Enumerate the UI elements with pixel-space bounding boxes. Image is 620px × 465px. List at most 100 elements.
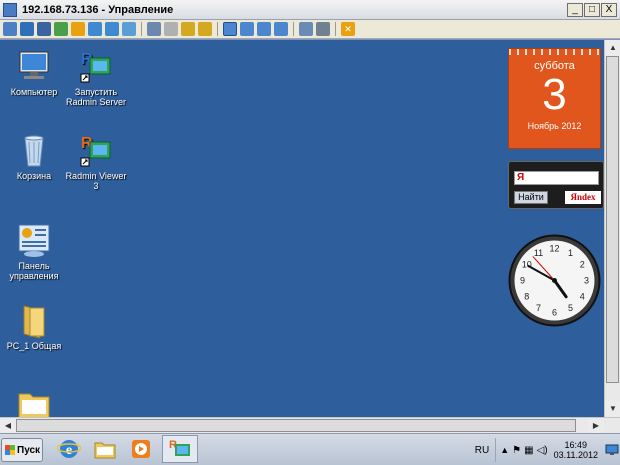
vertical-scrollbar[interactable]: ▲ ▼	[604, 40, 620, 417]
clock-numeral: 12	[549, 244, 559, 254]
network-icon[interactable]: ▦	[524, 445, 533, 456]
monitor-icon[interactable]	[3, 22, 17, 36]
clock-numeral: 1	[568, 248, 573, 258]
chat-icon[interactable]	[122, 22, 136, 36]
close-button[interactable]: X	[601, 3, 617, 17]
terminal-icon[interactable]	[37, 22, 51, 36]
calendar-rings	[509, 49, 600, 55]
system-tray: RU ▲ ⚑ ▦ ◁) 16:49 03.11.2012	[475, 434, 620, 465]
toolbar-separator	[217, 22, 218, 36]
folder-icon	[16, 302, 52, 339]
taskbar-time: 16:49	[564, 440, 588, 450]
desktop-icon-control-panel[interactable]: Панель управления	[1, 222, 67, 281]
scroll-up-button[interactable]: ▲	[605, 40, 620, 56]
close-connection-icon[interactable]: ✕	[341, 22, 355, 36]
screenshot-icon[interactable]	[299, 22, 313, 36]
desktop-icon-shared-folder[interactable]: PC_1 Общая	[1, 302, 67, 351]
flag-icon[interactable]: ⚑	[512, 445, 521, 456]
upload-icon[interactable]	[147, 22, 161, 36]
radmin-icon[interactable]: R	[162, 435, 198, 463]
toolbar-separator	[141, 22, 142, 36]
svg-text:e: e	[66, 443, 72, 458]
scale-icon[interactable]	[274, 22, 288, 36]
start-button[interactable]: Пуск	[1, 438, 43, 462]
connect-icon[interactable]	[20, 22, 34, 36]
desktop-icon-label: Компьютер	[10, 87, 58, 97]
desktop-icon-radmin-viewer[interactable]: R Radmin Viewer 3	[63, 132, 129, 191]
ie-icon[interactable]: e	[54, 435, 84, 463]
media-player-icon[interactable]	[126, 435, 156, 463]
clock-gadget[interactable]: 1 2 3 4 5 6 7 8 9 10 11 12	[507, 233, 602, 328]
settings-icon[interactable]	[316, 22, 330, 36]
clock-numeral: 3	[584, 276, 589, 286]
minimize-button[interactable]: _	[567, 3, 583, 17]
window-controls: _ □ X	[567, 3, 617, 17]
windows-logo-icon	[5, 445, 15, 455]
folder-icon	[16, 388, 52, 417]
desktop-icon-radmin-server[interactable]: R Запустить Radmin Server	[63, 48, 129, 107]
scroll-right-button[interactable]: ▶	[588, 418, 604, 434]
call-icon[interactable]	[105, 22, 119, 36]
recycle-bin-icon	[16, 132, 52, 168]
taskbar-clock[interactable]: 16:49 03.11.2012	[554, 440, 598, 460]
explorer-icon[interactable]	[90, 435, 120, 463]
transfer-icon[interactable]	[54, 22, 68, 36]
clock-numeral: 11	[534, 248, 543, 258]
toolbar-separator	[293, 22, 294, 36]
desktop-icon-label: Запустить Radmin Server	[65, 87, 127, 107]
stretch-icon[interactable]	[240, 22, 254, 36]
phone-icon[interactable]	[88, 22, 102, 36]
lock-icon[interactable]	[164, 22, 178, 36]
language-indicator[interactable]: RU	[475, 445, 489, 456]
taskbar: Пуск e R RU ▲ ⚑ ▦ ◁) 16:49 03.11.2012	[0, 433, 620, 465]
radmin-server-icon: R	[78, 48, 114, 84]
window-icon[interactable]	[257, 22, 271, 36]
vertical-scroll-thumb[interactable]	[606, 56, 619, 383]
scroll-down-button[interactable]: ▼	[605, 401, 620, 417]
clock-center	[552, 278, 557, 283]
calendar-month: Ноябрь 2012	[527, 121, 582, 131]
yandex-logo[interactable]: Яndex	[565, 191, 601, 204]
desktop-icon-label: Корзина	[16, 171, 52, 181]
maximize-button[interactable]: □	[584, 3, 600, 17]
fullscreen-icon[interactable]	[223, 22, 237, 36]
title-bar[interactable]: 192.168.73.136 - Управление _ □ X	[0, 0, 620, 20]
desktop-icon-recycle-bin[interactable]: Корзина	[1, 132, 67, 181]
radmin-viewer-icon: R	[78, 132, 114, 168]
calendar-gadget[interactable]: суббота 3 Ноябрь 2012	[508, 48, 601, 149]
chevron-up-icon[interactable]: ▲	[500, 445, 509, 455]
desktop-icon-label: Radmin Viewer 3	[65, 171, 127, 191]
yandex-logo-text: Яndex	[570, 192, 596, 202]
desktop-icon-label: Панель управления	[9, 261, 59, 281]
clock-numeral: 8	[524, 292, 529, 302]
clock-numeral: 4	[580, 292, 585, 302]
scroll-left-button[interactable]: ◀	[0, 418, 16, 434]
app-icon	[3, 2, 17, 17]
volume-icon[interactable]: ◁)	[537, 445, 548, 456]
clock-numeral: 6	[552, 308, 557, 318]
yandex-search-gadget: Я Найти Яndex	[508, 161, 604, 209]
tray-icons: ▲ ⚑ ▦ ◁)	[495, 438, 548, 462]
clock-numeral: 5	[568, 303, 573, 313]
clock-numeral: 2	[580, 260, 585, 270]
computer-icon	[16, 48, 52, 84]
window-title: 192.168.73.136 - Управление	[22, 3, 174, 16]
desktop-icon	[605, 444, 619, 455]
toolbar: ✕	[0, 20, 620, 39]
yandex-find-button[interactable]: Найти	[514, 191, 548, 204]
clock-numeral: 7	[536, 303, 541, 313]
toolbar-separator	[335, 22, 336, 36]
keyboard-icon[interactable]	[181, 22, 195, 36]
desktop-icon-folder[interactable]	[1, 388, 67, 417]
desktop-icon-label: PC_1 Общая	[6, 341, 62, 351]
power-icon[interactable]	[71, 22, 85, 36]
horizontal-scrollbar[interactable]: ◀ ▶	[0, 417, 620, 434]
horizontal-scroll-thumb[interactable]	[16, 419, 576, 432]
yandex-search-input[interactable]: Я	[514, 171, 599, 185]
key-icon[interactable]	[198, 22, 212, 36]
desktop-icon-computer[interactable]: Компьютер	[1, 48, 67, 97]
show-desktop-button[interactable]	[604, 438, 620, 462]
control-panel-icon	[16, 222, 52, 258]
start-label: Пуск	[17, 444, 41, 456]
clock-numeral: 9	[520, 276, 525, 286]
